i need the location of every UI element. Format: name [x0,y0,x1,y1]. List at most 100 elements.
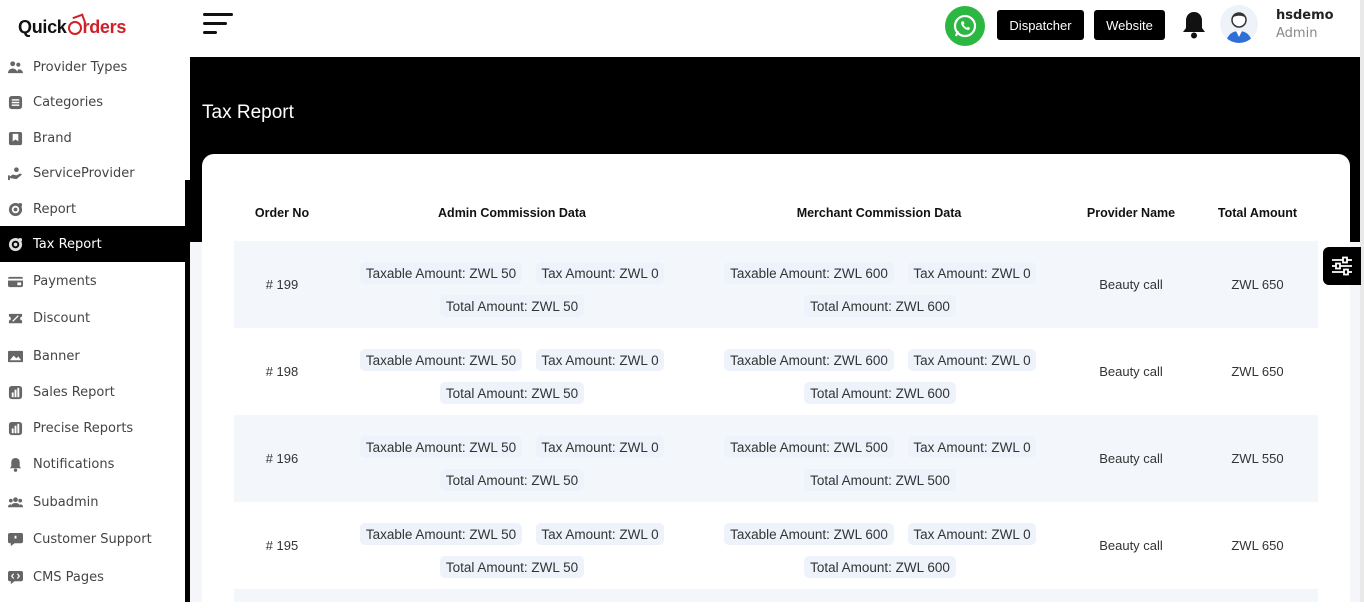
sidebar: Quick rders Provider Types Categories Bra… [0,0,190,602]
merchant-taxable-amount: Taxable Amount: ZWL 500 [724,436,894,458]
total-amount: ZWL 650 [1231,277,1284,292]
users-icon [7,59,23,75]
merchant-taxable-amount: Taxable Amount: ZWL 600 [724,349,894,371]
sidebar-item-subadmin[interactable]: Subadmin [0,484,185,520]
merchant-total-amount: Total Amount: ZWL 600 [804,382,956,404]
sidebar-item-label: Payments [33,273,97,289]
column-header-provider-name: Provider Name [1086,206,1176,220]
chat-icon [7,531,23,547]
column-header-merchant-commission: Merchant Commission Data [796,206,962,220]
sidebar-item-categories[interactable]: Categories [0,84,185,120]
filter-settings-button[interactable] [1323,247,1361,285]
table-row: # 198 Taxable Amount: ZWL 50 Tax Amount:… [234,328,1318,415]
sidebar-item-label: Subadmin [33,494,99,510]
sidebar-item-banner[interactable]: Banner [0,338,185,374]
merchant-total-amount: Total Amount: ZWL 600 [804,295,956,317]
chart-icon [7,384,23,400]
sidebar-item-sales-report[interactable]: Sales Report [0,374,185,410]
column-header-total-amount: Total Amount [1217,206,1298,220]
admin-taxable-amount: Taxable Amount: ZWL 50 [360,523,522,545]
sidebar-item-label: Brand [33,130,72,146]
sidebar-item-label: Banner [33,348,80,364]
menu-toggle-icon[interactable] [203,13,235,35]
bell-icon[interactable] [1180,10,1208,40]
merchant-taxable-amount: Taxable Amount: ZWL 600 [724,262,894,284]
sidebar-item-customer-support[interactable]: Customer Support [0,521,185,557]
sidebar-item-cms-pages[interactable]: CMS Pages [0,559,185,595]
admin-tax-amount: Tax Amount: ZWL 0 [536,262,664,284]
list-icon [7,94,23,110]
provider-name: Beauty call [1099,364,1163,379]
logo-text-orders: rders [82,16,127,37]
user-name[interactable]: hsdemo [1276,8,1334,23]
logo-text-quick: Quick [18,16,67,37]
sidebar-item-label: Tax Report [33,236,102,252]
admin-taxable-amount: Taxable Amount: ZWL 50 [360,349,522,371]
total-amount: ZWL 650 [1231,364,1284,379]
sidebar-item-label: Precise Reports [33,420,134,436]
website-button[interactable]: Website [1094,10,1165,40]
quickorders-logo[interactable]: Quick rders [18,12,126,42]
wallet-icon [7,273,23,289]
sidebar-item-brand[interactable]: Brand [0,120,185,156]
tax-report-icon [7,236,23,252]
total-amount: ZWL 650 [1231,538,1284,553]
order-number: # 196 [265,451,299,466]
ticket-icon [7,310,23,326]
admin-taxable-amount: Taxable Amount: ZWL 50 [360,436,522,458]
column-header-admin-commission: Admin Commission Data [438,206,586,220]
user-role: Admin [1276,26,1318,41]
report-icon [7,201,23,217]
page-title: Tax Report [202,102,294,123]
sidebar-item-label: Categories [33,94,104,110]
top-header: Dispatcher Website hsdemo Admin [190,0,1364,57]
admin-total-amount: Total Amount: ZWL 50 [440,382,584,404]
sidebar-item-serviceprovider[interactable]: ServiceProvider [0,155,185,191]
sidebar-item-notifications[interactable]: Notifications [0,446,185,482]
sidebar-item-discount[interactable]: Discount [0,300,185,336]
sidebar-item-label: Customer Support [33,531,152,547]
merchant-taxable-amount: Taxable Amount: ZWL 600 [724,523,894,545]
merchant-tax-amount: Tax Amount: ZWL 0 [908,262,1036,284]
sidebar-item-tax-report[interactable]: Tax Report [0,226,185,262]
table-row: # 199 Taxable Amount: ZWL 50 Tax Amount:… [234,241,1318,328]
merchant-tax-amount: Tax Amount: ZWL 0 [908,349,1036,371]
admin-tax-amount: Tax Amount: ZWL 0 [536,349,664,371]
sidebar-item-label: Report [33,201,77,217]
merchant-total-amount: Total Amount: ZWL 500 [804,469,956,491]
merchant-tax-amount: Tax Amount: ZWL 0 [908,523,1036,545]
sidebar-item-label: ServiceProvider [33,165,135,181]
table-row: # 195 Taxable Amount: ZWL 50 Tax Amount:… [234,502,1318,589]
hand-service-icon [7,165,23,181]
sidebar-item-label: Discount [33,310,91,326]
avatar[interactable] [1220,5,1258,43]
sidebar-item-precise-reports[interactable]: Precise Reports [0,410,185,446]
sidebar-item-provider-types[interactable]: Provider Types [0,49,185,85]
sidebar-item-payments[interactable]: Payments [0,263,185,299]
admin-taxable-amount: Taxable Amount: ZWL 50 [360,262,522,284]
provider-name: Beauty call [1099,451,1163,466]
page-scrollbar[interactable] [1360,0,1364,602]
group-icon [7,494,23,510]
admin-total-amount: Total Amount: ZWL 50 [440,295,584,317]
merchant-total-amount: Total Amount: ZWL 600 [804,556,956,578]
admin-tax-amount: Tax Amount: ZWL 0 [536,523,664,545]
merchant-tax-amount: Tax Amount: ZWL 0 [908,436,1036,458]
total-amount: ZWL 550 [1231,451,1284,466]
admin-total-amount: Total Amount: ZWL 50 [440,469,584,491]
sliders-icon [1332,256,1352,276]
whatsapp-icon[interactable] [945,6,985,46]
logo-o-mark-icon [67,21,82,35]
sidebar-item-label: Sales Report [33,384,115,400]
provider-name: Beauty call [1099,538,1163,553]
order-number: # 198 [265,364,299,379]
table-row: # 196 Taxable Amount: ZWL 50 Tax Amount:… [234,415,1318,502]
chart-icon [7,420,23,436]
sidebar-item-label: CMS Pages [33,569,104,585]
sidebar-item-report[interactable]: Report [0,191,185,227]
bookmark-icon [7,130,23,146]
sidebar-item-label: Notifications [33,456,115,472]
table-row [234,589,1318,602]
sidebar-item-label: Provider Types [33,59,128,75]
dispatcher-button[interactable]: Dispatcher [997,10,1084,40]
